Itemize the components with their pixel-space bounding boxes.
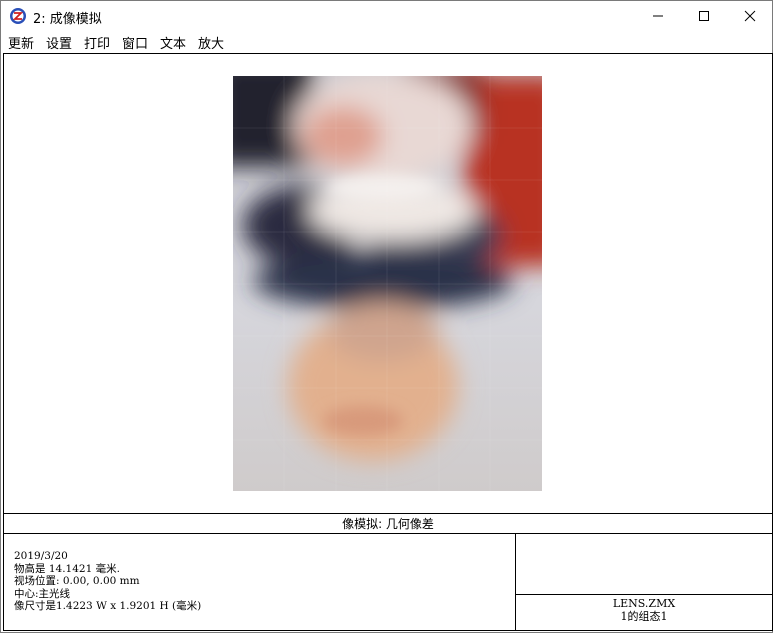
- lens-file-name: LENS.ZMX: [612, 597, 676, 610]
- zemax-app-icon[interactable]: [9, 7, 27, 25]
- menu-item-window[interactable]: 窗口: [122, 33, 148, 52]
- menu-item-zoom[interactable]: 放大: [198, 33, 224, 52]
- menu-bar: 更新 设置 打印 窗口 文本 放大: [1, 31, 772, 52]
- lens-config: 1的组态1: [620, 610, 668, 623]
- menu-item-settings[interactable]: 设置: [46, 33, 72, 52]
- app-window: 2: 成像模拟 更新 设置 打印 窗口 文本 放大 像模拟: 几何像差 2019…: [0, 0, 773, 633]
- simulated-image: [233, 76, 542, 491]
- menu-item-update[interactable]: 更新: [8, 33, 34, 52]
- lens-info: LENS.ZMX 1的组态1: [516, 597, 772, 623]
- info-panel: 2019/3/20 物高是 14.1421 毫米. 视场位置: 0.00, 0.…: [4, 533, 772, 630]
- info-date: 2019/3/20: [14, 550, 68, 562]
- minimize-icon: [653, 15, 663, 17]
- close-button[interactable]: [727, 1, 773, 31]
- plot-title: 像模拟: 几何像差: [342, 517, 434, 531]
- info-divider-horizontal: [515, 594, 772, 595]
- simulated-image-picture: [233, 76, 542, 491]
- maximize-icon: [699, 11, 709, 21]
- maximize-button[interactable]: [681, 1, 727, 31]
- info-image-size: 像尺寸是1.4223 W x 1.9201 H (毫米): [14, 600, 202, 612]
- minimize-button[interactable]: [635, 1, 681, 31]
- plot-client-area: 像模拟: 几何像差 2019/3/20 物高是 14.1421 毫米. 视场位置…: [3, 53, 773, 631]
- window-title: 2: 成像模拟: [33, 12, 102, 27]
- menu-item-print[interactable]: 打印: [84, 33, 110, 52]
- info-center: 中心:主光线: [14, 587, 71, 600]
- close-icon: [744, 10, 756, 22]
- info-field-position: 视场位置: 0.00, 0.00 mm: [14, 575, 140, 587]
- plot-title-band: 像模拟: 几何像差: [4, 513, 772, 534]
- menu-item-text[interactable]: 文本: [160, 33, 186, 52]
- info-object-height: 物高是 14.1421 毫米.: [14, 562, 120, 575]
- info-lines: 2019/3/20 物高是 14.1421 毫米. 视场位置: 0.00, 0.…: [14, 550, 201, 613]
- title-bar[interactable]: 2: 成像模拟: [1, 1, 772, 31]
